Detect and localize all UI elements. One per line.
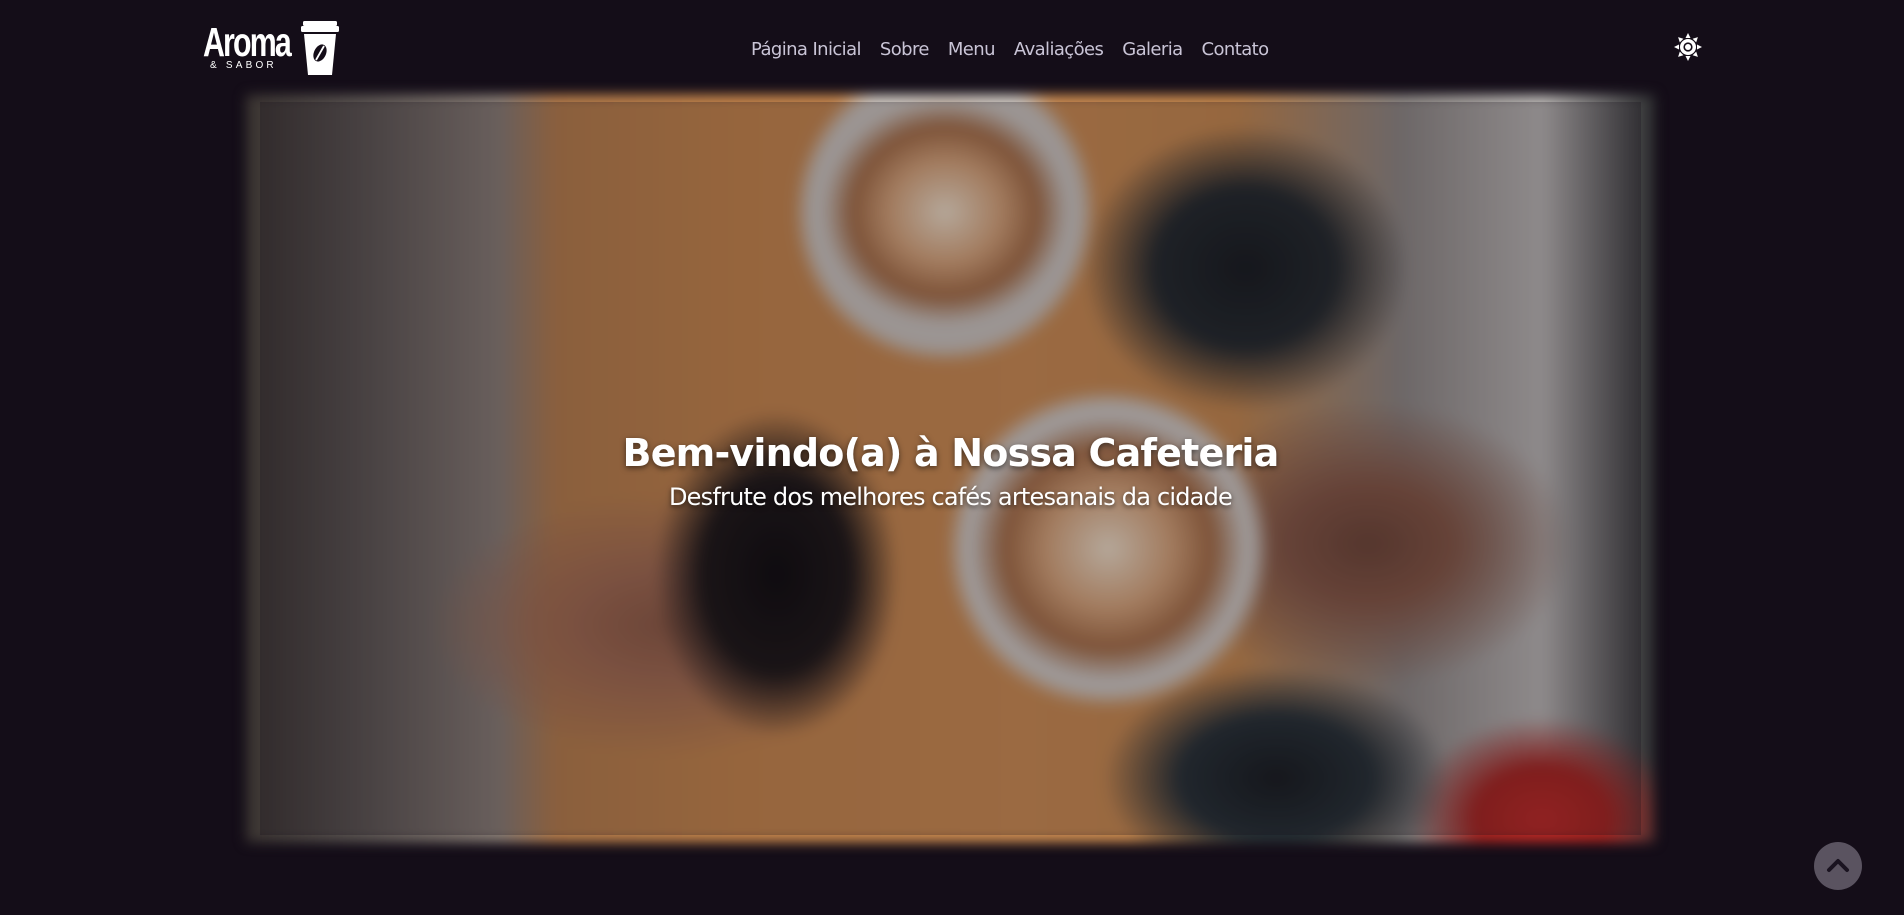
hero-content: Bem-vindo(a) à Nossa Cafeteria Desfrute … xyxy=(260,425,1641,513)
nav-item-pagina-inicial[interactable]: Página Inicial xyxy=(751,37,862,63)
nav-item-contato[interactable]: Contato xyxy=(1202,37,1270,63)
main-nav: Página Inicial Sobre Menu Avaliações Gal… xyxy=(751,37,1269,63)
hero-title: Bem-vindo(a) à Nossa Cafeteria xyxy=(622,431,1280,475)
back-to-top-button[interactable] xyxy=(1814,842,1862,890)
nav-item-avaliacoes[interactable]: Avaliações xyxy=(1014,37,1104,63)
site-header: Aroma & SABOR Página Inicial Sobre Menu … xyxy=(0,0,1904,100)
nav-item-sobre[interactable]: Sobre xyxy=(880,37,930,63)
logo-tagline: & SABOR xyxy=(210,60,277,71)
nav-item-galeria[interactable]: Galeria xyxy=(1122,37,1183,63)
logo[interactable]: Aroma & SABOR xyxy=(203,18,343,78)
sun-icon xyxy=(1674,33,1702,61)
nav-item-menu[interactable]: Menu xyxy=(948,37,996,63)
theme-toggle-button[interactable] xyxy=(1674,33,1702,61)
hero-subtitle: Desfrute dos melhores cafés artesanais d… xyxy=(669,483,1233,511)
chevron-up-icon xyxy=(1827,859,1849,872)
coffee-cup-icon xyxy=(301,21,339,75)
page: Aroma & SABOR Página Inicial Sobre Menu … xyxy=(0,0,1904,915)
logo-name: Aroma xyxy=(203,19,292,65)
logo-wordmark: Aroma & SABOR xyxy=(203,18,297,78)
